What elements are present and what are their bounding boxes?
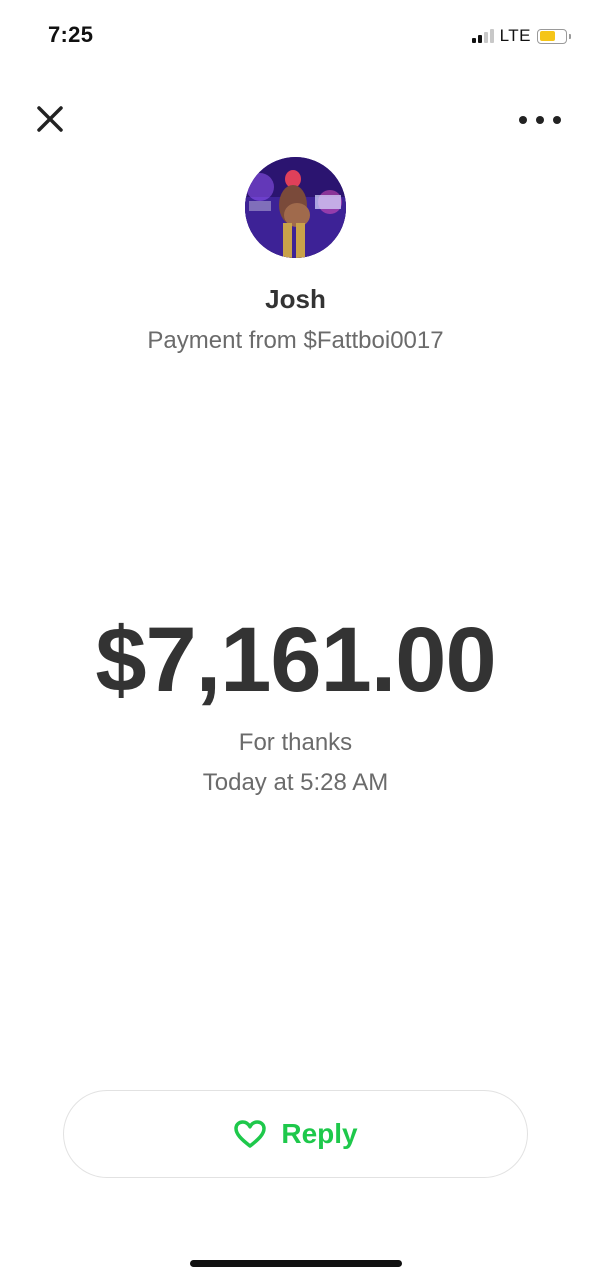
status-indicators: LTE <box>471 26 571 46</box>
more-options-button[interactable] <box>519 110 561 130</box>
payment-source: Payment from $Fattboi0017 <box>147 327 444 354</box>
reply-button[interactable]: Reply <box>63 1090 528 1178</box>
battery-icon <box>537 28 571 44</box>
payment-detail-screen: 7:25 LTE Josh Payment from $Fattboi0017 … <box>0 0 591 1280</box>
home-indicator[interactable] <box>190 1260 402 1267</box>
payment-amount: $7,161.00 <box>95 609 496 711</box>
more-horizontal-icon <box>519 116 527 124</box>
close-icon <box>37 106 63 132</box>
avatar[interactable] <box>245 157 346 258</box>
sender-name: Josh <box>265 284 326 314</box>
close-button[interactable] <box>34 103 66 135</box>
network-label: LTE <box>499 26 531 45</box>
payment-date: Today at 5:28 AM <box>202 769 389 796</box>
signal-icon <box>471 29 494 43</box>
heart-outline-icon <box>234 1120 267 1148</box>
reply-label: Reply <box>281 1118 358 1149</box>
status-time: 7:25 <box>48 22 94 47</box>
avatar-photo <box>245 157 346 258</box>
payment-note: For thanks <box>238 729 353 756</box>
